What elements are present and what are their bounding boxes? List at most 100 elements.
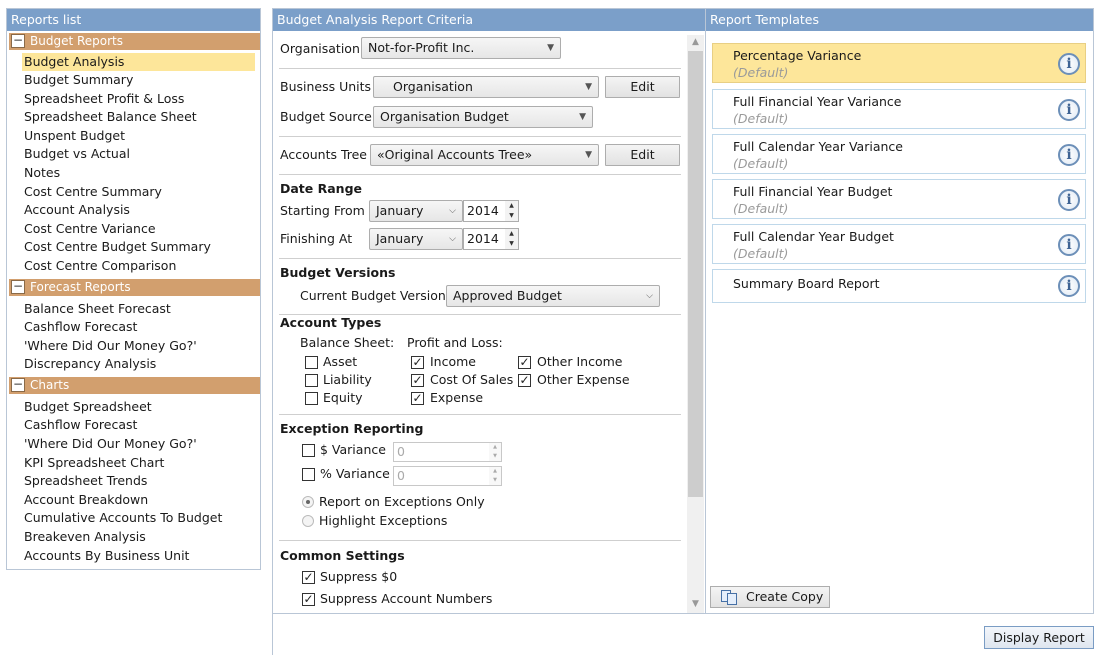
scrollbar-thumb[interactable]: [688, 51, 703, 497]
suppress-account-numbers-checkbox[interactable]: ✓: [302, 593, 315, 606]
collapse-icon[interactable]: −: [11, 280, 25, 294]
report-item[interactable]: Cashflow Forecast: [24, 416, 257, 434]
template-item[interactable]: Full Calendar Year Budget (Default) i: [712, 224, 1086, 264]
starting-year-input[interactable]: 2014: [463, 200, 506, 222]
report-item[interactable]: KPI Spreadsheet Chart: [24, 454, 257, 472]
accounts-tree-edit-button[interactable]: Edit: [605, 144, 680, 166]
liability-checkbox[interactable]: [305, 374, 318, 387]
criteria-scrollbar[interactable]: ▲ ▼: [687, 35, 704, 613]
create-copy-button[interactable]: Create Copy: [710, 586, 830, 608]
equity-label: Equity: [323, 390, 363, 405]
current-version-select[interactable]: Approved Budget ⌵: [446, 285, 660, 307]
template-item[interactable]: Full Financial Year Variance (Default) i: [712, 89, 1086, 129]
spin-down-icon[interactable]: ▼: [489, 476, 501, 485]
report-item[interactable]: Breakeven Analysis: [24, 528, 257, 546]
info-icon[interactable]: i: [1058, 275, 1080, 297]
spin-down-icon[interactable]: ▼: [505, 239, 518, 249]
group-budget-reports[interactable]: − Budget Reports: [9, 33, 260, 50]
organisation-select[interactable]: Not-for-Profit Inc. ▼: [361, 37, 561, 59]
report-item[interactable]: Cost Centre Comparison: [24, 257, 257, 275]
report-item-budget-analysis[interactable]: Budget Analysis: [22, 53, 255, 71]
collapse-icon[interactable]: −: [11, 34, 25, 48]
report-item[interactable]: Cost Centre Variance: [24, 220, 257, 238]
report-item[interactable]: Unspent Budget: [24, 127, 257, 145]
other-expense-checkbox[interactable]: ✓: [518, 374, 531, 387]
scroll-up-icon[interactable]: ▲: [687, 35, 704, 49]
cost-of-sales-checkbox[interactable]: ✓: [411, 374, 424, 387]
template-default-tag: (Default): [733, 65, 789, 80]
template-item[interactable]: Percentage Variance (Default) i: [712, 43, 1086, 83]
suppress-account-numbers-label: Suppress Account Numbers: [320, 591, 493, 606]
report-item[interactable]: Budget Spreadsheet: [24, 398, 257, 416]
asset-checkbox[interactable]: [305, 356, 318, 369]
dollar-variance-checkbox[interactable]: [302, 444, 315, 457]
spin-up-icon[interactable]: ▲: [489, 467, 501, 476]
spin-up-icon[interactable]: ▲: [489, 443, 501, 452]
dollar-variance-input[interactable]: 0: [393, 442, 490, 462]
report-item[interactable]: Spreadsheet Trends: [24, 472, 257, 490]
info-icon[interactable]: i: [1058, 144, 1080, 166]
accounts-tree-select[interactable]: «Original Accounts Tree» ▼: [370, 144, 599, 166]
chevron-down-icon: ▼: [585, 150, 592, 160]
report-item[interactable]: Accounts By Business Unit: [24, 547, 257, 565]
spin-down-icon[interactable]: ▼: [505, 211, 518, 221]
starting-month-select[interactable]: January ⌵: [369, 200, 463, 222]
template-name: Full Financial Year Variance: [733, 94, 902, 109]
collapse-icon[interactable]: −: [11, 378, 25, 392]
group-charts[interactable]: − Charts: [9, 377, 260, 394]
income-checkbox[interactable]: ✓: [411, 356, 424, 369]
report-item[interactable]: Budget Summary: [24, 71, 257, 89]
scroll-down-icon[interactable]: ▼: [687, 597, 704, 611]
template-name: Full Calendar Year Budget: [733, 229, 894, 244]
report-item[interactable]: Cashflow Forecast: [24, 318, 257, 336]
info-icon[interactable]: i: [1058, 234, 1080, 256]
report-item[interactable]: Budget vs Actual: [24, 145, 257, 163]
spin-up-icon[interactable]: ▲: [505, 229, 518, 239]
template-item[interactable]: Full Calendar Year Variance (Default) i: [712, 134, 1086, 174]
other-income-checkbox[interactable]: ✓: [518, 356, 531, 369]
report-item[interactable]: Cumulative Accounts To Budget: [24, 509, 257, 527]
report-item[interactable]: 'Where Did Our Money Go?': [24, 435, 257, 453]
display-report-button[interactable]: Display Report: [984, 626, 1094, 649]
percent-variance-stepper[interactable]: ▲ ▼: [489, 466, 502, 486]
report-item[interactable]: Spreadsheet Profit & Loss: [24, 90, 257, 108]
report-exceptions-radio[interactable]: [302, 496, 314, 508]
common-settings-heading: Common Settings: [280, 548, 405, 563]
budget-source-select[interactable]: Organisation Budget ▼: [373, 106, 593, 128]
group-forecast-reports[interactable]: − Forecast Reports: [9, 279, 260, 296]
suppress-zero-checkbox[interactable]: ✓: [302, 571, 315, 584]
template-item[interactable]: Summary Board Report i: [712, 269, 1086, 303]
report-item[interactable]: Spreadsheet Balance Sheet: [24, 108, 257, 126]
info-icon[interactable]: i: [1058, 53, 1080, 75]
business-units-select[interactable]: Organisation ▼: [373, 76, 599, 98]
exception-heading: Exception Reporting: [280, 421, 424, 436]
finishing-month-select[interactable]: January ⌵: [369, 228, 463, 250]
info-icon[interactable]: i: [1058, 189, 1080, 211]
percent-variance-checkbox[interactable]: [302, 468, 315, 481]
spin-down-icon[interactable]: ▼: [489, 452, 501, 461]
report-item[interactable]: Balance Sheet Forecast: [24, 300, 257, 318]
chevron-down-icon: ⌵: [449, 234, 456, 244]
report-item[interactable]: Account Breakdown: [24, 491, 257, 509]
finishing-year-stepper[interactable]: ▲ ▼: [505, 228, 519, 250]
spin-up-icon[interactable]: ▲: [505, 201, 518, 211]
template-item[interactable]: Full Financial Year Budget (Default) i: [712, 179, 1086, 219]
starting-year-stepper[interactable]: ▲ ▼: [505, 200, 519, 222]
info-icon[interactable]: i: [1058, 99, 1080, 121]
finishing-year-input[interactable]: 2014: [463, 228, 506, 250]
asset-label: Asset: [323, 354, 358, 369]
dollar-variance-stepper[interactable]: ▲ ▼: [489, 442, 502, 462]
chevron-down-icon: ▼: [579, 112, 586, 122]
report-item[interactable]: Discrepancy Analysis: [24, 355, 257, 373]
business-units-edit-button[interactable]: Edit: [605, 76, 680, 98]
equity-checkbox[interactable]: [305, 392, 318, 405]
highlight-exceptions-radio[interactable]: [302, 515, 314, 527]
cost-of-sales-label: Cost Of Sales: [430, 372, 514, 387]
percent-variance-input[interactable]: 0: [393, 466, 490, 486]
report-item[interactable]: Cost Centre Budget Summary: [24, 238, 257, 256]
report-item[interactable]: Notes: [24, 164, 257, 182]
report-item[interactable]: Account Analysis: [24, 201, 257, 219]
report-item[interactable]: Cost Centre Summary: [24, 183, 257, 201]
report-item[interactable]: 'Where Did Our Money Go?': [24, 337, 257, 355]
expense-checkbox[interactable]: ✓: [411, 392, 424, 405]
